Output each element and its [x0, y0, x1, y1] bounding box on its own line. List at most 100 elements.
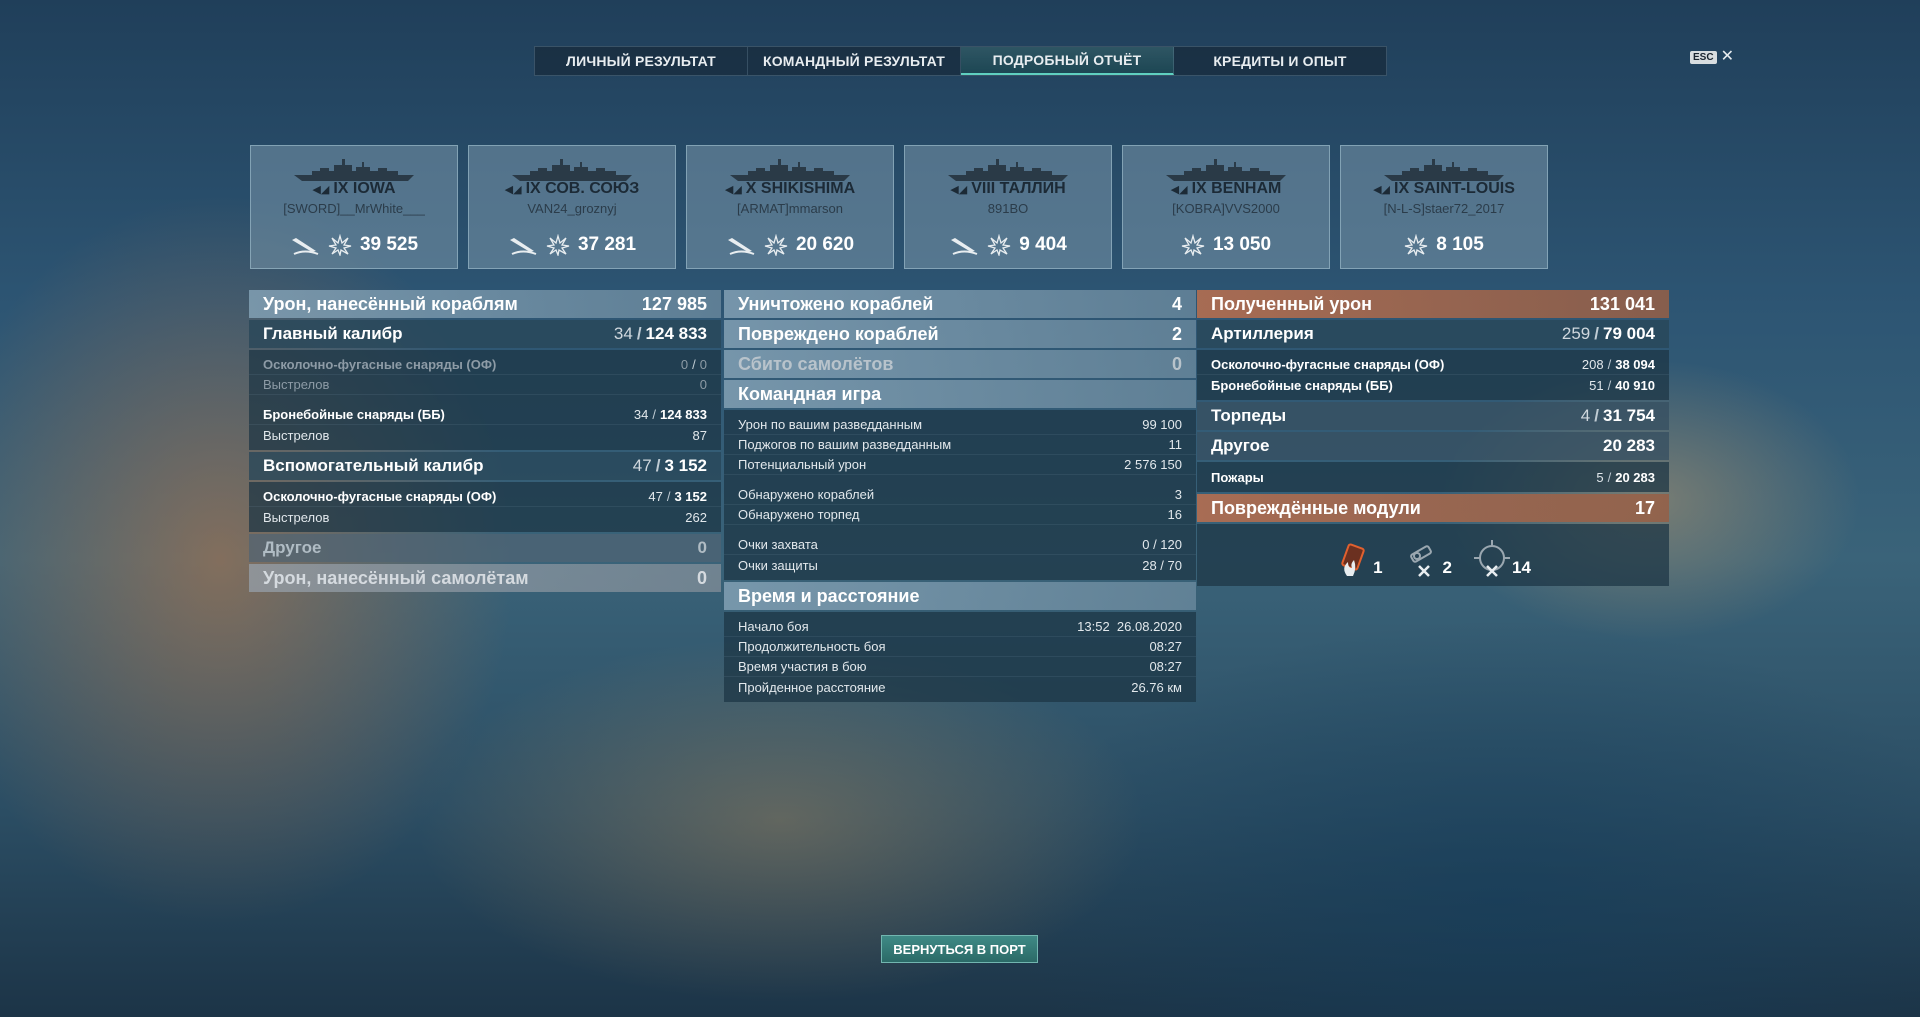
main-ap-row: Бронебойные снаряды (ББ) 34/124 833: [249, 405, 721, 425]
close-button[interactable]: ESC ✕: [1690, 49, 1734, 65]
ship-silhouette-icon: [1166, 159, 1286, 181]
secondary-shots-row: Выстрелов 262: [263, 509, 707, 525]
artillery-row: Артиллерия 259/79 004: [1197, 320, 1669, 348]
planes-shot-row: Сбито самолётов 0: [724, 350, 1196, 378]
destroyed-ships-row: Уничтожено кораблей 4: [724, 290, 1196, 318]
capture-points-row: Очки захвата 0 / 120: [724, 535, 1196, 555]
tab-detailed-report[interactable]: ПОДРОБНЫЙ ОТЧЁТ: [961, 47, 1174, 75]
ship-name: ◀◢ X SHIKISHIMA: [724, 180, 856, 197]
ship-card[interactable]: ◀◢ IX СОВ. СОЮЗ VAN24_groznyj 37 281: [468, 145, 676, 269]
ship-card[interactable]: ◀◢ IX SAINT-LOUIS [N-L-S]staer72_2017 8 …: [1340, 145, 1548, 269]
time-distance-details: Начало боя 13:52 26.08.2020 Продолжительн…: [724, 612, 1196, 702]
ship-silhouette-icon: [948, 159, 1068, 181]
ship-name: ◀◢ VIII ТАЛЛИН: [950, 180, 1066, 197]
return-to-port-button[interactable]: ВЕРНУТЬСЯ В ПОРТ: [881, 935, 1038, 963]
received-he-row: Осколочно-фугасные снаряды (ОФ) 208/38 0…: [1197, 355, 1669, 375]
tab-team-result[interactable]: КОМАНДНЫЙ РЕЗУЛЬТАТ: [748, 47, 961, 75]
cruiser-icon: ◀◢: [1373, 183, 1390, 196]
received-ap-row: Бронебойные снаряды (ББ) 51/40 910: [1211, 377, 1655, 393]
ship-stats: 8 105: [1341, 234, 1547, 256]
ship-damage-value: 13 050: [1212, 234, 1272, 255]
damage-icon: [1405, 234, 1428, 256]
damage-icon: [764, 234, 788, 256]
tab-personal-result[interactable]: ЛИЧНЫЙ РЕЗУЛЬТАТ: [535, 47, 748, 75]
main-he-shots-row: Выстрелов 0: [249, 375, 721, 395]
torpedo-hit-icon: [509, 238, 537, 255]
battleship-icon: ◀◢: [312, 183, 330, 196]
ship-name: ◀◢ IX СОВ. СОЮЗ: [504, 180, 640, 197]
tab-credits-xp[interactable]: КРЕДИТЫ И ОПЫТ: [1174, 47, 1386, 75]
ship-damage-value: 37 281: [577, 234, 637, 255]
plane-damage-row: Урон, нанесённый самолётам 0: [249, 564, 721, 592]
team-panel: Уничтожено кораблей 4 Повреждено корабле…: [724, 290, 1196, 704]
close-icon[interactable]: ✕: [1721, 49, 1734, 65]
secondary-battery-row: Вспомогательный калибр 47/3 152: [249, 452, 721, 480]
destroyer-icon: ◀◢: [1170, 183, 1188, 196]
ship-card[interactable]: ◀◢ VIII ТАЛЛИН 891BO 9 404: [904, 145, 1112, 269]
ship-silhouette-icon: [730, 159, 850, 181]
fires-details: Пожары 5/20 283: [1197, 462, 1669, 492]
ship-card[interactable]: ◀◢ X SHIKISHIMA [ARMAT]mmarson 20 620: [686, 145, 894, 269]
damaged-modules-header: Повреждённые модули 17: [1197, 494, 1669, 522]
damaged-ships-list: ◀◢ IX IOWA [SWORD]__MrWhite___ 39 525 ◀◢…: [250, 145, 1548, 269]
torpedoes-row: Торпеды 4/31 754: [1197, 402, 1669, 430]
fires-row: Пожары 5/20 283: [1211, 469, 1655, 485]
ship-player-name: [ARMAT]mmarson: [737, 201, 843, 216]
ship-damage-value: 8 105: [1436, 234, 1484, 255]
main-battery-details: Осколочно-фугасные снаряды (ОФ) 0/0 Выст…: [249, 350, 721, 450]
ship-silhouette-icon: [512, 159, 632, 181]
received-other-row: Другое 20 283: [1197, 432, 1669, 460]
damage-icon: [988, 234, 1011, 256]
damage-icon: [328, 234, 352, 256]
ship-card[interactable]: ◀◢ IX BENHAM [KOBRA]VVS2000 13 050: [1122, 145, 1330, 269]
spotting-fires-row: Поджогов по вашим разведданным 11: [724, 435, 1196, 455]
damage-icon: [546, 234, 570, 256]
fire-module-icon: [1341, 543, 1365, 576]
damage-dealt-header: Урон, нанесённый кораблям 127 985: [249, 290, 721, 318]
battle-duration-row: Продолжительность боя 08:27: [724, 637, 1196, 657]
ship-player-name: [SWORD]__MrWhite___: [283, 201, 425, 216]
ship-damage-value: 9 404: [1019, 234, 1067, 255]
team-play-details: Урон по вашим разведданным 99 100 Поджого…: [724, 410, 1196, 580]
ship-player-name: [KOBRA]VVS2000: [1172, 201, 1280, 216]
damage-icon: [1181, 234, 1205, 256]
main-he-row: Осколочно-фугасные снаряды (ОФ) 0/0: [249, 355, 721, 375]
gun-turret-icon: [1474, 540, 1510, 577]
ship-damage-value: 20 620: [795, 234, 855, 255]
module-item[interactable]: 2: [1405, 540, 1452, 578]
torpedo-hit-icon: [291, 238, 319, 255]
secondary-he-row: Осколочно-фугасные снаряды (ОФ) 47/3 152: [249, 487, 721, 507]
ship-player-name: 891BO: [987, 201, 1029, 216]
ship-name: ◀◢ IX BENHAM: [1170, 180, 1282, 197]
module-item[interactable]: 14: [1474, 540, 1531, 578]
spotting-damage-row: Урон по вашим разведданным 99 100: [724, 415, 1196, 435]
potential-damage-row: Потенциальный урон 2 576 150: [724, 455, 1196, 475]
battleship-icon: ◀◢: [504, 183, 522, 196]
cruiser-icon: ◀◢: [950, 183, 968, 196]
ship-name: ◀◢ IX IOWA: [312, 180, 396, 197]
defense-points-row: Очки защиты 28 / 70: [738, 557, 1182, 573]
damage-received-header: Полученный урон 131 041: [1197, 290, 1669, 318]
ship-player-name: [N-L-S]staer72_2017: [1383, 201, 1505, 216]
ship-damage-value: 39 525: [359, 234, 419, 255]
distance-row: Пройденное расстояние 26.76 км: [738, 679, 1182, 695]
damaged-modules-list: 1 2 14: [1197, 524, 1669, 586]
ship-name: ◀◢ IX SAINT-LOUIS: [1373, 180, 1515, 197]
ship-silhouette-icon: [1384, 159, 1504, 181]
ship-stats: 20 620: [687, 234, 893, 256]
ship-card[interactable]: ◀◢ IX IOWA [SWORD]__MrWhite___ 39 525: [250, 145, 458, 269]
ship-silhouette-icon: [294, 159, 414, 181]
module-item[interactable]: 1: [1335, 540, 1383, 578]
team-play-header: Командная игра: [724, 380, 1196, 408]
other-damage-row: Другое 0: [249, 534, 721, 562]
esc-key-hint: ESC: [1690, 50, 1717, 64]
artillery-details: Осколочно-фугасные снаряды (ОФ) 208/38 0…: [1197, 350, 1669, 400]
participation-time-row: Время участия в бою 08:27: [724, 657, 1196, 677]
main-ap-shots-row: Выстрелов 87: [263, 427, 707, 443]
torpedo-tube-icon: [1409, 545, 1432, 577]
torpedo-hit-icon: [951, 238, 978, 255]
torps-spotted-row: Обнаружено торпед 16: [724, 505, 1196, 525]
report-tabs: ЛИЧНЫЙ РЕЗУЛЬТАТ КОМАНДНЫЙ РЕЗУЛЬТАТ ПОД…: [534, 46, 1387, 76]
battleship-icon: ◀◢: [724, 183, 742, 196]
ship-stats: 39 525: [251, 234, 457, 256]
